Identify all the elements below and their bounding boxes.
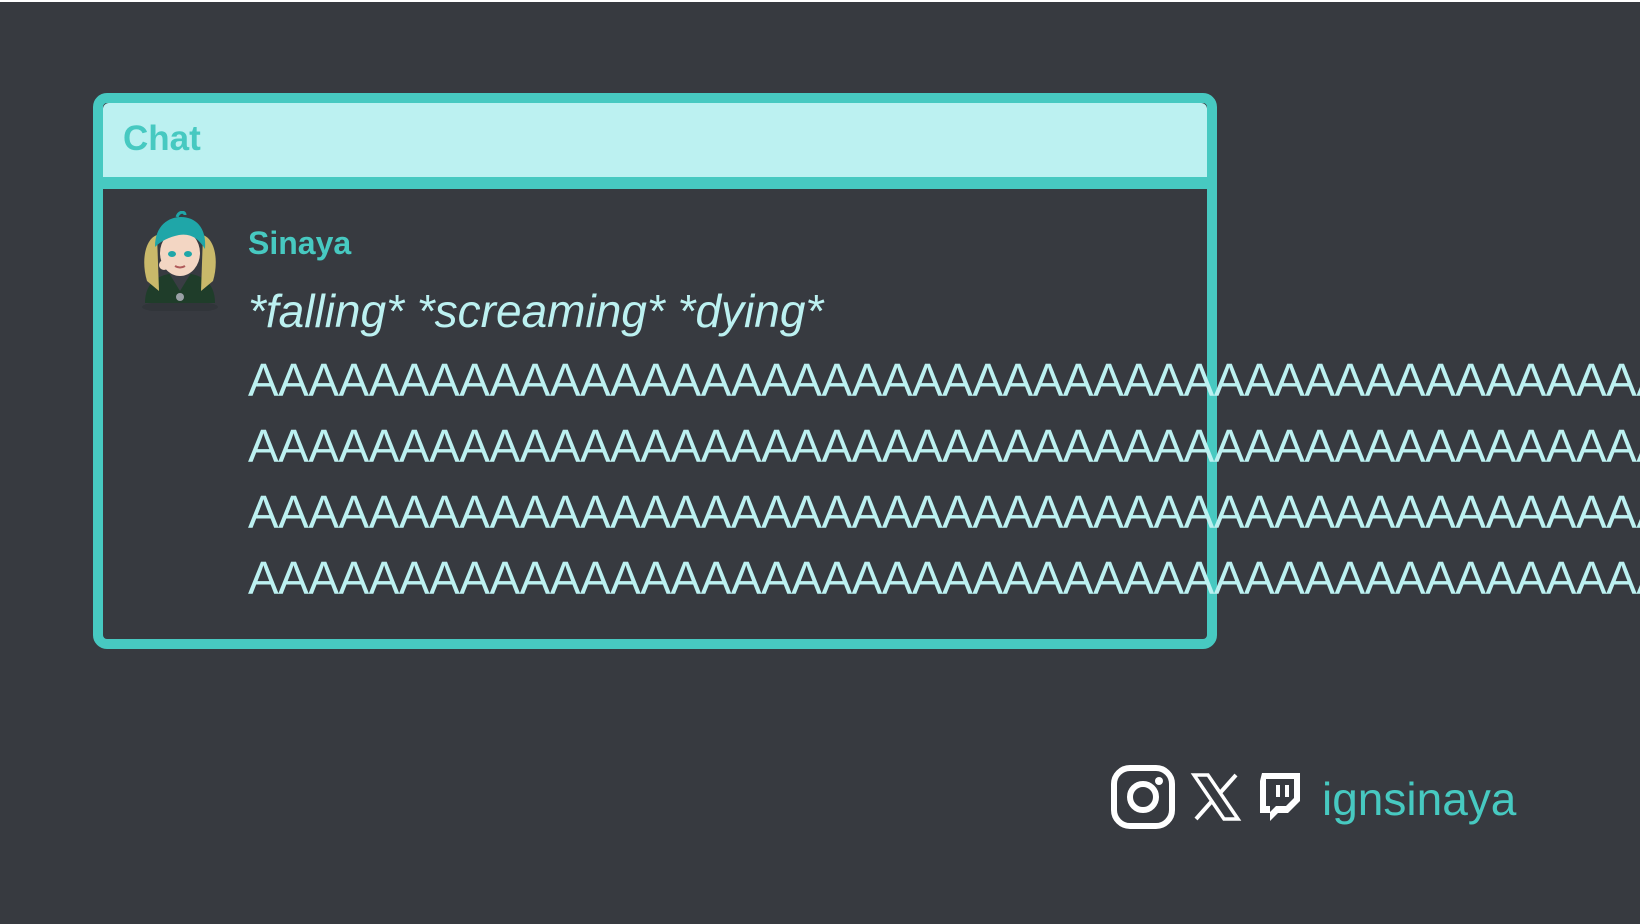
chat-panel: Chat Sinaya *falling* *screaming* *dying… [93,93,1640,649]
message-body: AAAAAAAAAAAAAAAAAAAAAAAAAAAAAAAAAAAAAAAA… [248,347,1640,611]
message-line: AAAAAAAAAAAAAAAAAAAAAAAAAAAAAAAAAAAAAAAA… [248,552,1640,604]
chat-title: Chat [123,119,201,158]
message-line: AAAAAAAAAAAAAAAAAAAAAAAAAAAAAAAAAAAAAAAA… [248,354,1640,406]
x-icon[interactable] [1190,771,1242,828]
user-avatar [135,210,225,313]
instagram-icon[interactable] [1110,764,1176,835]
social-handle[interactable]: ignsinaya [1322,771,1516,827]
social-links: ignsinaya [1110,764,1516,835]
message-username: Sinaya [248,225,352,261]
avatar-portrait-icon [142,210,218,313]
message-action-text: *falling* *screaming* *dying* [248,285,824,337]
twitch-icon[interactable] [1256,771,1302,828]
top-edge-strip [0,0,1640,2]
chat-header: Chat [103,103,1207,189]
message-line: AAAAAAAAAAAAAAAAAAAAAAAAAAAAAAAAAAAAAAAA… [248,420,1640,472]
message-line: AAAAAAAAAAAAAAAAAAAAAAAAAAAAAAAAAAAAAAAA… [248,486,1640,538]
stream-overlay: Chat Sinaya *falling* *screaming* *dying… [0,0,1640,924]
